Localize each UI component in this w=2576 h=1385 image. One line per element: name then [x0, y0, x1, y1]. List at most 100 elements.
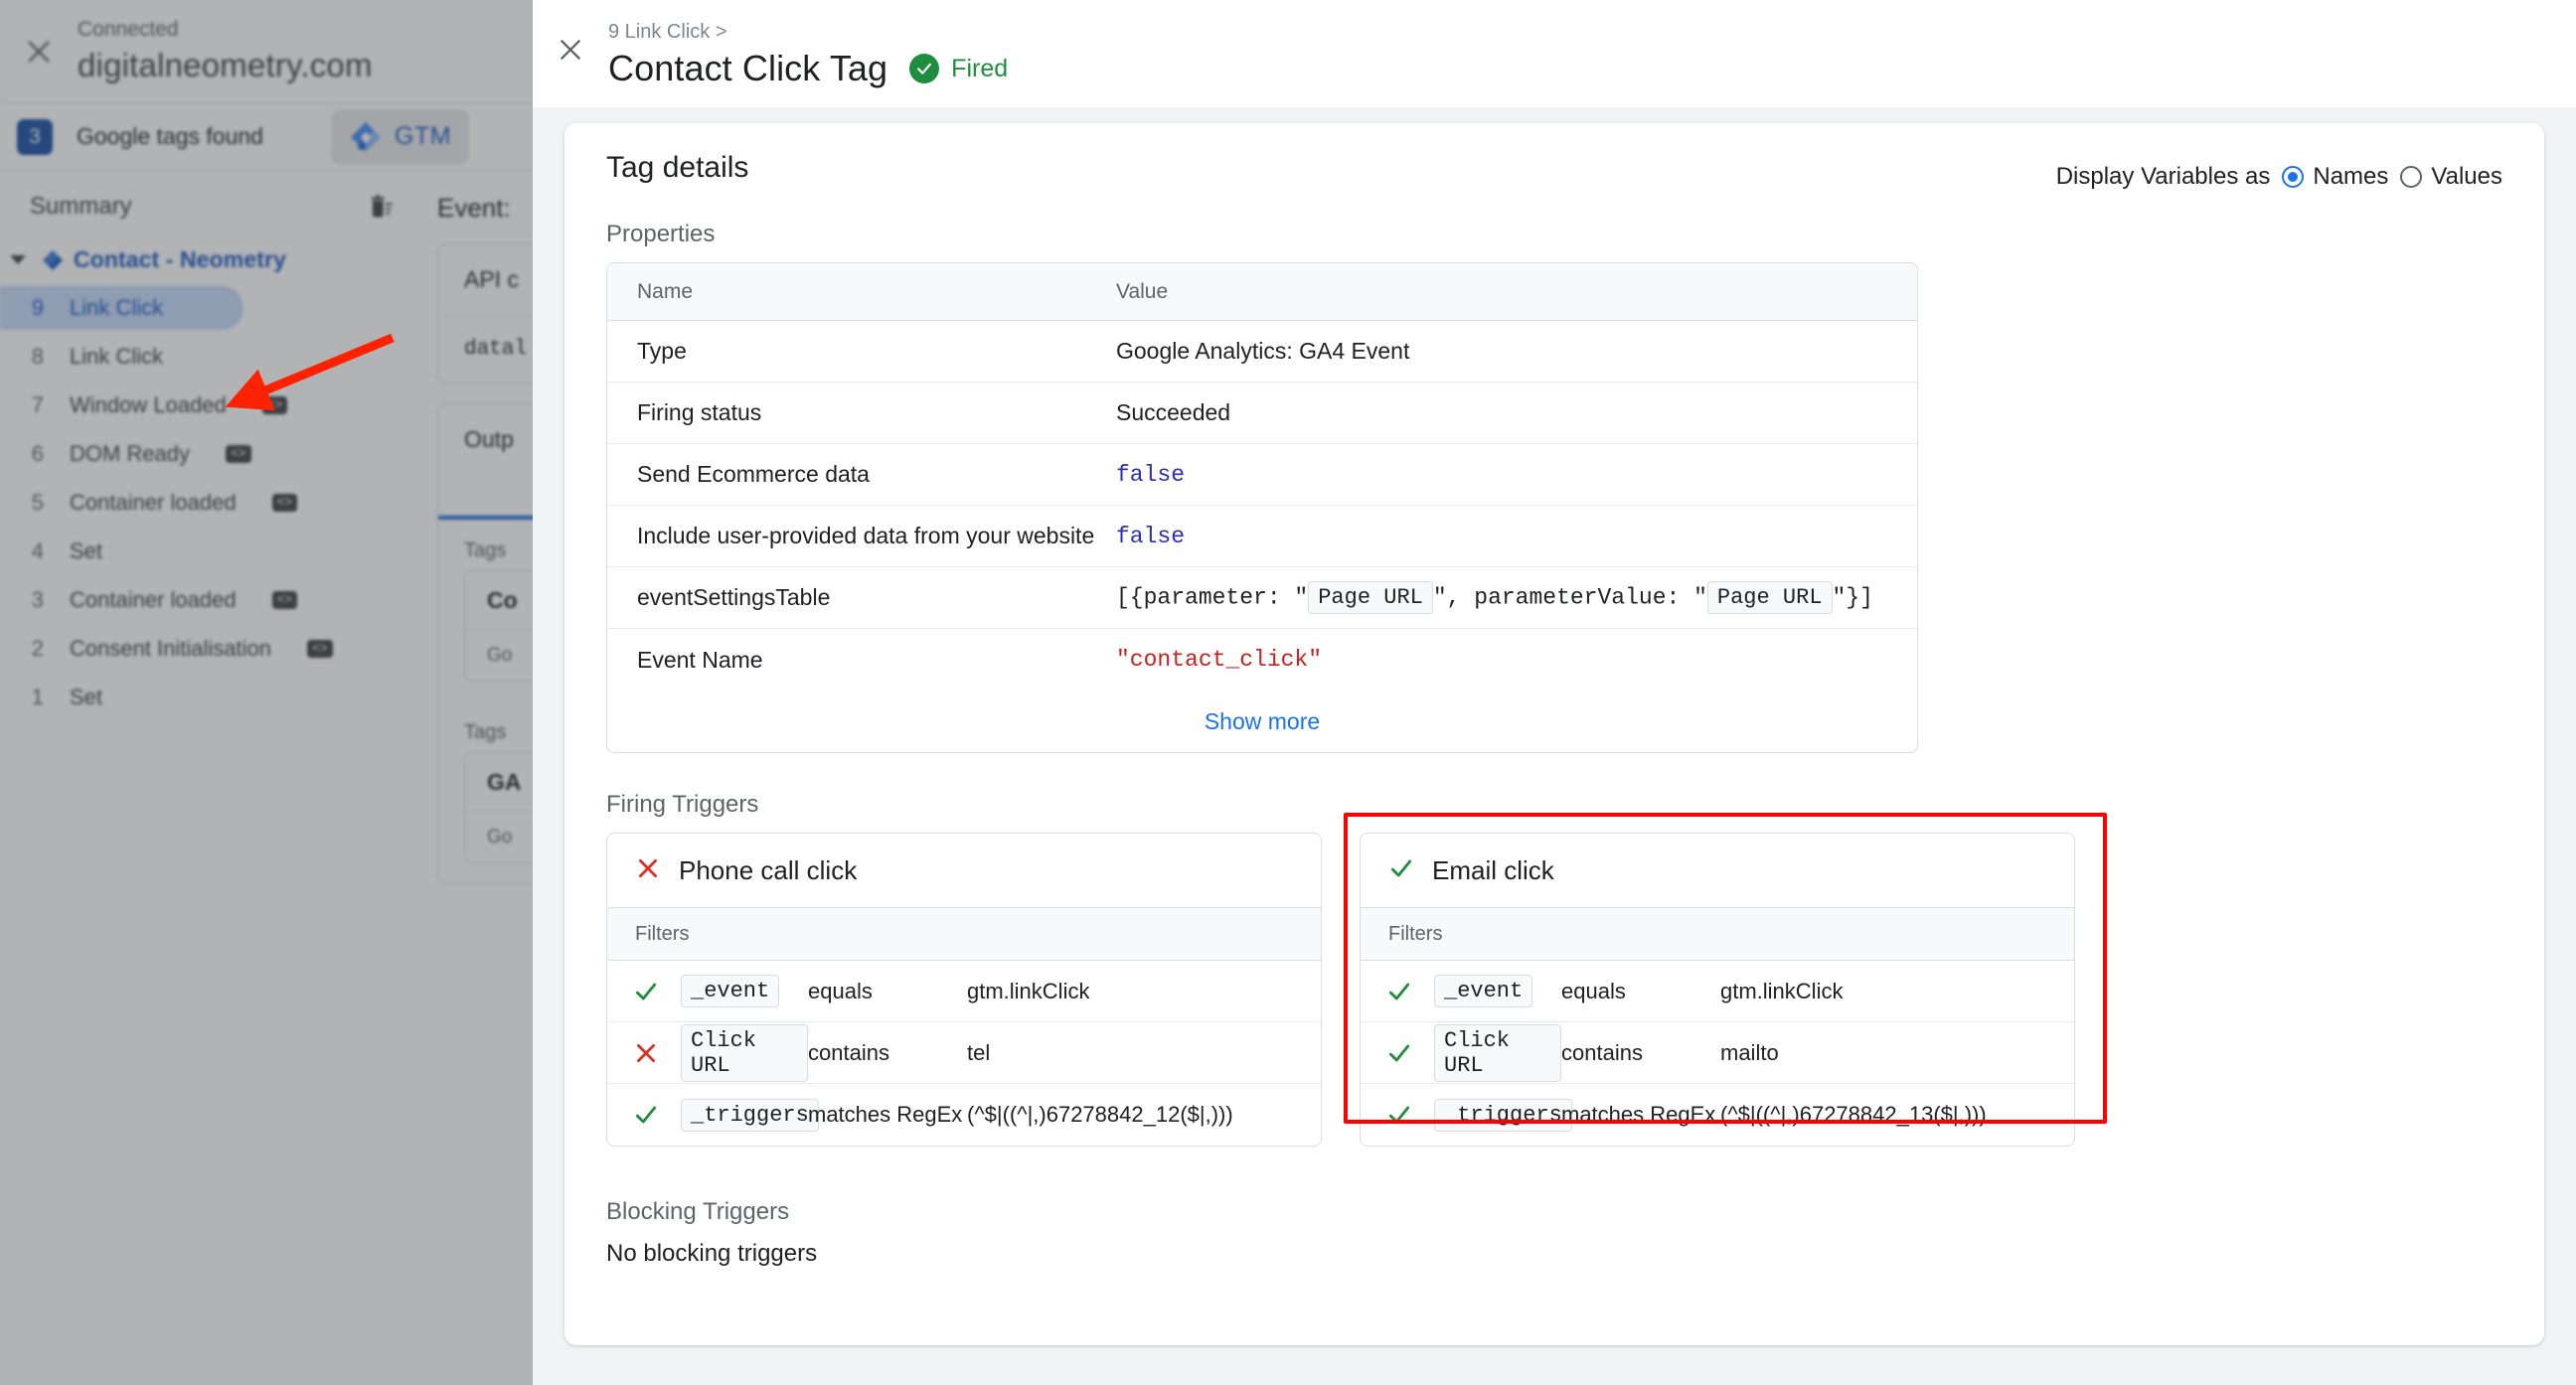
- event-settings-prefix: [{parameter: ": [1116, 584, 1309, 611]
- property-name: Include user-provided data from your web…: [637, 523, 1095, 548]
- filter-operator: equals: [808, 978, 873, 1003]
- status-badge-label: Fired: [951, 54, 1009, 82]
- screen-root: Connected digitalneometry.com 3 Google t…: [0, 0, 2576, 1385]
- filter-row: _event equals gtm.linkClick: [1361, 961, 2074, 1022]
- check-icon: [633, 1102, 681, 1128]
- property-value: Google Analytics: GA4 Event: [1116, 338, 1410, 364]
- tag-details-modal: 9 Link Click > Contact Click Tag Fired D…: [533, 0, 2576, 1385]
- property-row: Type Google Analytics: GA4 Event: [607, 321, 1917, 383]
- display-variables-label: Display Variables as: [2055, 163, 2271, 190]
- check-icon: [633, 979, 681, 1004]
- modal-body: Display Variables as Names Values Tag de…: [533, 107, 2576, 1385]
- breadcrumb[interactable]: 9 Link Click >: [608, 18, 1008, 46]
- trigger-header: Email click: [1361, 834, 2074, 907]
- check-icon: [1386, 1102, 1434, 1128]
- x-icon: [633, 1040, 681, 1066]
- filters-label: Filters: [1361, 907, 2074, 961]
- property-name: Event Name: [637, 646, 763, 673]
- trigger-header: Phone call click: [607, 834, 1321, 907]
- properties-table-header: Name Value: [607, 263, 1917, 321]
- property-name: Send Ecommerce data: [637, 461, 870, 487]
- modal-title-block: 9 Link Click > Contact Click Tag Fired: [608, 14, 1008, 89]
- property-value: [{parameter: " Page URL ", parameterValue:…: [1116, 581, 1917, 614]
- filter-operator: matches RegEx: [1561, 1102, 1716, 1127]
- radio-values-label: Values: [2431, 163, 2502, 190]
- property-row: Include user-provided data from your web…: [607, 506, 1917, 567]
- check-icon: [1388, 855, 1414, 886]
- filter-operator: contains: [1561, 1039, 1643, 1065]
- filter-variable-wrap: Click URL: [681, 1023, 808, 1082]
- blocking-triggers-label: Blocking Triggers: [606, 1198, 790, 1225]
- filter-operator: matches RegEx: [808, 1102, 963, 1127]
- radio-names-label: Names: [2313, 163, 2389, 190]
- filter-operator: equals: [1561, 978, 1626, 1003]
- firing-triggers-list: Phone call click Filters _event equals gtm.l…: [606, 813, 2502, 1147]
- properties-header-value: Value: [1116, 279, 1169, 303]
- property-name: eventSettingsTable: [637, 584, 831, 610]
- trigger-card[interactable]: Phone call click Filters _event equals gtm.l…: [606, 833, 1322, 1147]
- check-icon: [1386, 1040, 1434, 1066]
- filter-value: (^$|((^|,)67278842_12($|,))): [967, 1102, 1233, 1127]
- radio-values-icon[interactable]: [2400, 166, 2423, 188]
- property-value: Succeeded: [1116, 399, 1231, 425]
- event-settings-chip-parameter-value: Page URL: [1706, 581, 1833, 614]
- filter-variable-chip: _triggers: [1434, 1098, 1572, 1132]
- event-settings-suffix: "}]: [1832, 584, 1873, 611]
- properties-rows: Type Google Analytics: GA4 Event Firing st…: [607, 321, 1917, 691]
- filter-value: gtm.linkClick: [967, 978, 1090, 1003]
- filter-row: _triggers matches RegEx (^$|((^|,)67278842…: [1361, 1084, 2074, 1146]
- filters-label: Filters: [607, 907, 1321, 961]
- filter-value: gtm.linkClick: [1720, 978, 1844, 1003]
- radio-names-icon[interactable]: [2282, 166, 2305, 188]
- filter-row: _event equals gtm.linkClick: [607, 961, 1321, 1022]
- filter-variable-wrap: Click URL: [1434, 1023, 1561, 1082]
- property-row: Firing status Succeeded: [607, 383, 1917, 444]
- filter-variable-chip: _event: [681, 975, 780, 1007]
- tag-details-card: Display Variables as Names Values Tag de…: [564, 123, 2544, 1345]
- filter-variable-wrap: _triggers: [681, 1098, 819, 1132]
- filter-value: tel: [967, 1039, 991, 1065]
- property-row: Send Ecommerce data false: [607, 444, 1917, 506]
- trigger-card[interactable]: Email click Filters _event equals gtm.linkCl…: [1360, 833, 2075, 1147]
- property-row: Event Name "contact_click": [607, 629, 1917, 691]
- property-row: eventSettingsTable [{parameter: " Page URL…: [607, 567, 1917, 629]
- filter-value: mailto: [1720, 1039, 1779, 1065]
- check-circle-icon: [909, 54, 940, 83]
- radio-option-values[interactable]: Values: [2400, 163, 2502, 191]
- filter-variable-chip: _triggers: [681, 1098, 819, 1132]
- property-name: Firing status: [637, 399, 762, 425]
- filter-variable-chip: Click URL: [681, 1023, 808, 1082]
- radio-option-names[interactable]: Names: [2282, 163, 2388, 191]
- properties-table: Name Value Type Google Analytics: GA4 Eve…: [606, 262, 1918, 753]
- x-icon: [635, 855, 661, 886]
- trigger-name: Email click: [1432, 854, 1554, 885]
- property-value: false: [1116, 523, 1186, 549]
- filter-value: (^$|((^|,)67278842_13($|,))): [1720, 1102, 1987, 1127]
- properties-header-name: Name: [637, 279, 694, 303]
- show-more-link[interactable]: Show more: [1205, 708, 1320, 735]
- display-variables-control: Display Variables as Names Values: [2056, 163, 2502, 191]
- modal-header: 9 Link Click > Contact Click Tag Fired: [533, 0, 2576, 107]
- properties-label: Properties: [606, 221, 716, 247]
- trigger-name: Phone call click: [679, 854, 858, 885]
- filter-variable-chip: _event: [1434, 975, 1533, 1007]
- filter-variable-wrap: _event: [681, 975, 808, 1007]
- status-badge: Fired: [909, 54, 1008, 83]
- blocking-triggers-section: Blocking Triggers No blocking triggers: [606, 1198, 2502, 1268]
- close-icon[interactable]: [533, 14, 608, 66]
- check-icon: [1386, 979, 1434, 1004]
- property-value: false: [1116, 461, 1186, 488]
- page-title: Contact Click Tag: [608, 48, 888, 88]
- filter-variable-wrap: _event: [1434, 975, 1561, 1007]
- filter-variable-wrap: _triggers: [1434, 1098, 1572, 1132]
- show-more-row[interactable]: Show more: [607, 691, 1917, 752]
- event-settings-middle: ", parameterValue: ": [1432, 584, 1707, 611]
- filter-operator: contains: [808, 1039, 889, 1065]
- filter-row: _triggers matches RegEx (^$|((^|,)67278842…: [607, 1084, 1321, 1146]
- filter-row: Click URL contains mailto: [1361, 1022, 2074, 1084]
- filter-row: Click URL contains tel: [607, 1022, 1321, 1084]
- property-name: Type: [637, 338, 687, 364]
- filter-variable-chip: Click URL: [1434, 1023, 1561, 1082]
- event-settings-chip-parameter: Page URL: [1308, 581, 1433, 614]
- modal-title-row: Contact Click Tag Fired: [608, 48, 1008, 89]
